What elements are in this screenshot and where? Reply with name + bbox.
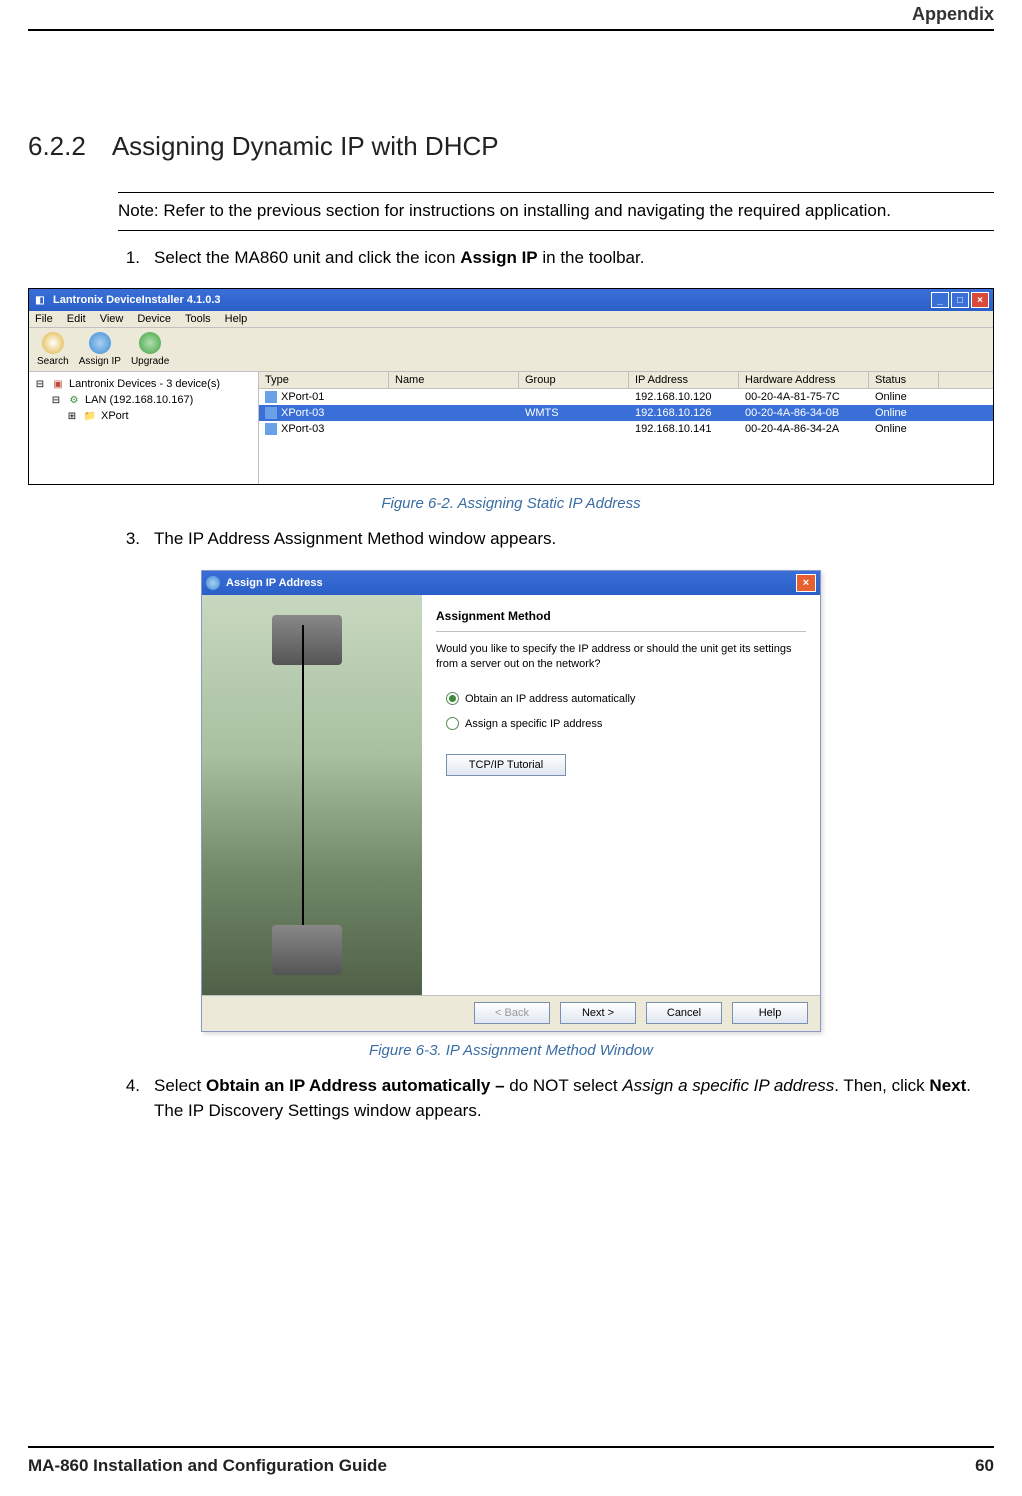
running-header: Appendix xyxy=(912,4,994,25)
next-button[interactable]: Next > xyxy=(560,1002,636,1024)
section-title: Assigning Dynamic IP with DHCP xyxy=(112,131,499,162)
menu-bar: File Edit View Device Tools Help xyxy=(29,311,993,328)
table-row[interactable]: XPort-01192.168.10.12000-20-4A-81-75-7CO… xyxy=(259,389,993,405)
col-status[interactable]: Status xyxy=(869,372,939,388)
menu-file[interactable]: File xyxy=(35,313,53,325)
col-ip[interactable]: IP Address xyxy=(629,372,739,388)
device-illustration xyxy=(272,615,342,665)
menu-help[interactable]: Help xyxy=(225,313,248,325)
window-titlebar: ◧ Lantronix DeviceInstaller 4.1.0.3 _ □ … xyxy=(29,289,993,311)
menu-device[interactable]: Device xyxy=(137,313,171,325)
step-number: 4. xyxy=(118,1073,140,1124)
window-title: Lantronix DeviceInstaller 4.1.0.3 xyxy=(53,294,221,306)
tree-expand-icon[interactable]: ⊞ xyxy=(65,409,79,423)
col-name[interactable]: Name xyxy=(389,372,519,388)
cable-illustration xyxy=(302,625,304,945)
footer-title: MA-860 Installation and Configuration Gu… xyxy=(28,1456,387,1476)
note-box: Note: Refer to the previous section for … xyxy=(118,192,994,231)
toolbar-search[interactable]: Search xyxy=(37,332,69,367)
device-icon xyxy=(265,391,277,403)
page-number: 60 xyxy=(975,1456,994,1476)
app-icon: ◧ xyxy=(33,293,47,307)
dialog-titlebar: Assign IP Address × xyxy=(202,571,820,595)
toolbar: Search Assign IP Upgrade xyxy=(29,328,993,372)
section-number: 6.2.2 xyxy=(28,131,86,162)
toolbar-assign-ip[interactable]: Assign IP xyxy=(79,332,121,367)
device-tree[interactable]: ⊟▣Lantronix Devices - 3 device(s) ⊟⚙LAN … xyxy=(29,372,259,485)
table-row[interactable]: XPort-03192.168.10.14100-20-4A-86-34-2AO… xyxy=(259,421,993,437)
list-header: Type Name Group IP Address Hardware Addr… xyxy=(259,372,993,389)
folder-icon: 📁 xyxy=(83,409,97,423)
col-type[interactable]: Type xyxy=(259,372,389,388)
close-button[interactable]: × xyxy=(971,292,989,308)
wizard-side-image xyxy=(202,595,422,995)
radio-assign-specific[interactable]: Assign a specific IP address xyxy=(446,717,806,730)
col-hw[interactable]: Hardware Address xyxy=(739,372,869,388)
radio-icon xyxy=(446,717,459,730)
radio-icon xyxy=(446,692,459,705)
step-number: 3. xyxy=(118,526,140,552)
help-button[interactable]: Help xyxy=(732,1002,808,1024)
device-list[interactable]: Type Name Group IP Address Hardware Addr… xyxy=(259,372,993,485)
device-icon xyxy=(265,407,277,419)
globe-icon xyxy=(206,576,220,590)
network-icon: ⚙ xyxy=(67,393,81,407)
figure-caption: Figure 6-2. Assigning Static IP Address xyxy=(28,495,994,512)
tree-collapse-icon[interactable]: ⊟ xyxy=(49,393,63,407)
menu-edit[interactable]: Edit xyxy=(67,313,86,325)
panel-heading: Assignment Method xyxy=(436,609,806,623)
upgrade-icon xyxy=(139,332,161,354)
search-icon xyxy=(42,332,64,354)
devices-icon: ▣ xyxy=(51,377,65,391)
col-group[interactable]: Group xyxy=(519,372,629,388)
step-number: 1. xyxy=(118,245,140,271)
step-text: Select Obtain an IP Address automaticall… xyxy=(154,1073,994,1124)
tcpip-tutorial-button[interactable]: TCP/IP Tutorial xyxy=(446,754,566,776)
deviceinstaller-screenshot: ◧ Lantronix DeviceInstaller 4.1.0.3 _ □ … xyxy=(28,288,994,485)
panel-prompt: Would you like to specify the IP address… xyxy=(436,642,806,673)
tree-collapse-icon[interactable]: ⊟ xyxy=(33,377,47,391)
radio-obtain-auto[interactable]: Obtain an IP address automatically xyxy=(446,692,806,705)
minimize-button[interactable]: _ xyxy=(931,292,949,308)
toolbar-upgrade[interactable]: Upgrade xyxy=(131,332,169,367)
dialog-title: Assign IP Address xyxy=(226,577,323,589)
dialog-footer: < Back Next > Cancel Help xyxy=(202,995,820,1031)
close-button[interactable]: × xyxy=(796,574,816,592)
back-button: < Back xyxy=(474,1002,550,1024)
menu-tools[interactable]: Tools xyxy=(185,313,211,325)
step-text: The IP Address Assignment Method window … xyxy=(154,526,994,552)
section-heading: 6.2.2 Assigning Dynamic IP with DHCP xyxy=(28,131,994,162)
assign-ip-dialog: Assign IP Address × Assignment Method Wo… xyxy=(201,570,821,1032)
table-row[interactable]: XPort-03WMTS192.168.10.12600-20-4A-86-34… xyxy=(259,405,993,421)
device-icon xyxy=(265,423,277,435)
device-illustration xyxy=(272,925,342,975)
step-text: Select the MA860 unit and click the icon… xyxy=(154,245,994,271)
cancel-button[interactable]: Cancel xyxy=(646,1002,722,1024)
menu-view[interactable]: View xyxy=(100,313,124,325)
globe-icon xyxy=(89,332,111,354)
separator xyxy=(436,631,806,632)
figure-caption: Figure 6-3. IP Assignment Method Window xyxy=(28,1042,994,1059)
maximize-button[interactable]: □ xyxy=(951,292,969,308)
